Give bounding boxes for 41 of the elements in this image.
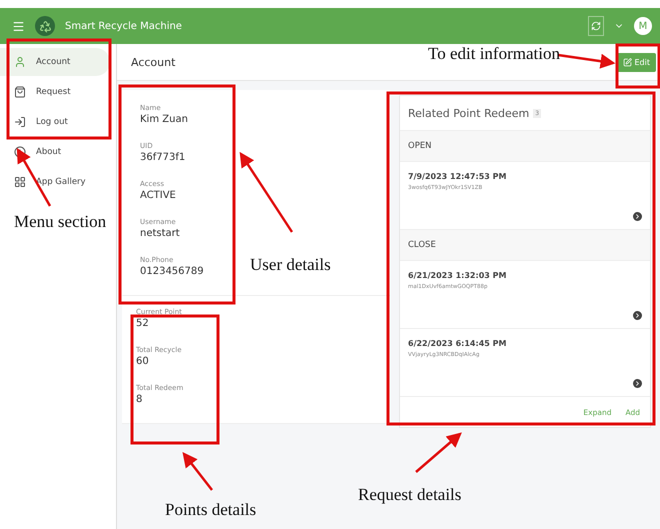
annotation-label: Points details <box>165 500 256 520</box>
annotation-label: User details <box>250 255 331 275</box>
card-title: Related Point Redeem <box>408 106 530 120</box>
grid-icon <box>14 176 26 188</box>
highlight-frame <box>616 44 660 88</box>
field-value: 0123456789 <box>140 266 205 277</box>
person-icon <box>14 56 26 68</box>
field-value: Kim Zuan <box>140 114 189 125</box>
sidebar-item[interactable]: Request <box>0 78 110 106</box>
refresh-icon <box>591 21 601 31</box>
chevron-icon[interactable] <box>633 379 642 388</box>
arrow <box>415 432 462 473</box>
field-value: 52 <box>136 318 150 329</box>
redeem-date: 6/21/2023 1:32:03 PM <box>408 271 506 280</box>
sidebar-item[interactable]: Account <box>0 48 110 76</box>
logo-icon <box>35 16 55 36</box>
chevron-icon[interactable] <box>633 212 642 221</box>
info-icon <box>14 146 26 158</box>
field-value: netstart <box>140 228 181 239</box>
login-icon <box>14 116 26 128</box>
sidebar-item[interactable]: Log out <box>0 108 110 136</box>
field-value: ACTIVE <box>140 190 177 201</box>
edit-icon <box>622 58 632 66</box>
bag-icon <box>14 86 26 98</box>
field-value: 60 <box>136 356 150 367</box>
arrow <box>182 452 213 491</box>
group-heading: OPEN <box>400 131 650 162</box>
app-title: Smart Recycle Machine <box>65 20 183 32</box>
menu-icon[interactable] <box>12 20 25 32</box>
redeem-date: 6/22/2023 6:14:45 PM <box>408 339 506 348</box>
page-title: Account <box>131 56 176 68</box>
sidebar-item[interactable]: About <box>0 138 110 166</box>
annotation-label: Request details <box>358 485 462 505</box>
chevron-icon[interactable] <box>633 311 642 320</box>
redeem-date: 7/9/2023 12:47:53 PM <box>408 172 506 181</box>
refresh-button[interactable] <box>588 16 604 36</box>
annotation-label: To edit information <box>428 44 560 64</box>
field-value: 8 <box>136 394 144 405</box>
group-heading: CLOSE <box>400 230 650 261</box>
annotation-label: Menu section <box>14 212 106 232</box>
field-value: 36f773f1 <box>140 152 186 163</box>
